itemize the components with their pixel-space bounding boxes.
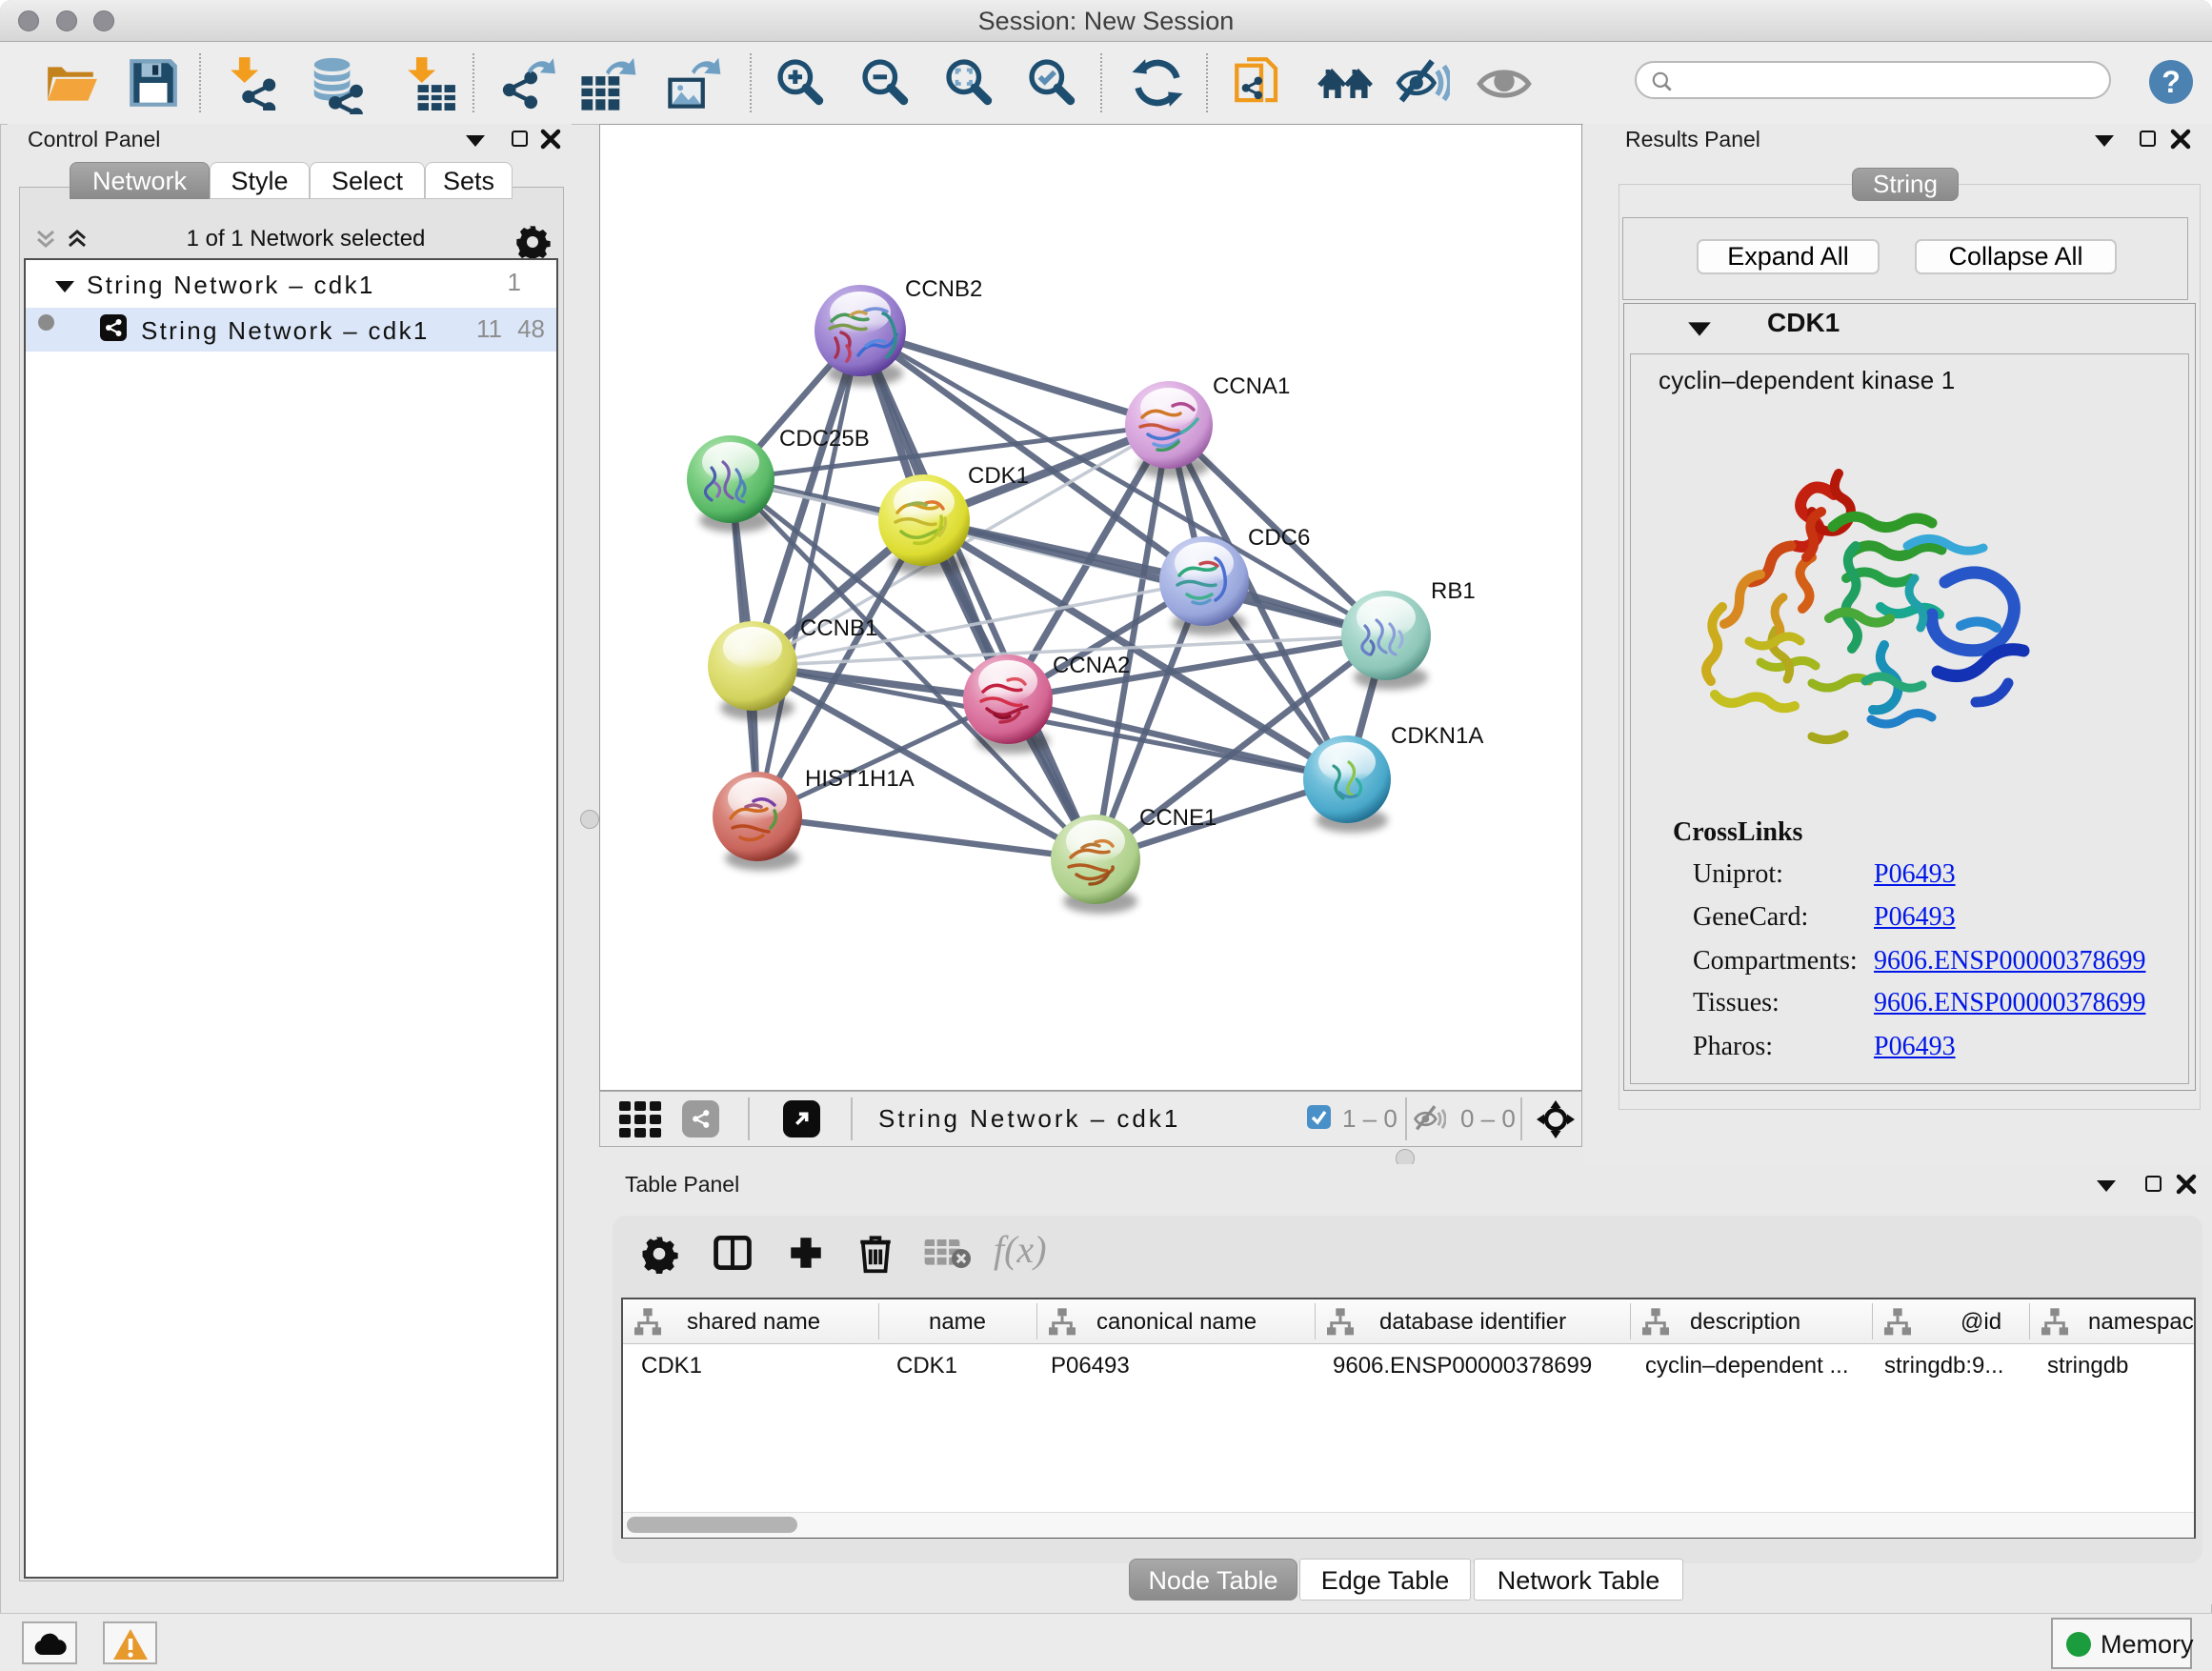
svg-text:CCNB1: CCNB1 xyxy=(800,615,877,641)
svg-text:HIST1H1A: HIST1H1A xyxy=(805,766,915,792)
svg-text:RB1: RB1 xyxy=(1431,578,1476,604)
svg-text:CCNA2: CCNA2 xyxy=(1053,653,1130,678)
svg-text:CDC6: CDC6 xyxy=(1248,525,1310,551)
svg-text:CDKN1A: CDKN1A xyxy=(1391,723,1483,749)
svg-text:CDC25B: CDC25B xyxy=(779,426,870,452)
svg-text:CCNB2: CCNB2 xyxy=(905,276,982,302)
svg-text:CCNA1: CCNA1 xyxy=(1213,373,1290,399)
svg-text:CDK1: CDK1 xyxy=(968,463,1029,489)
svg-text:CCNE1: CCNE1 xyxy=(1139,805,1217,831)
